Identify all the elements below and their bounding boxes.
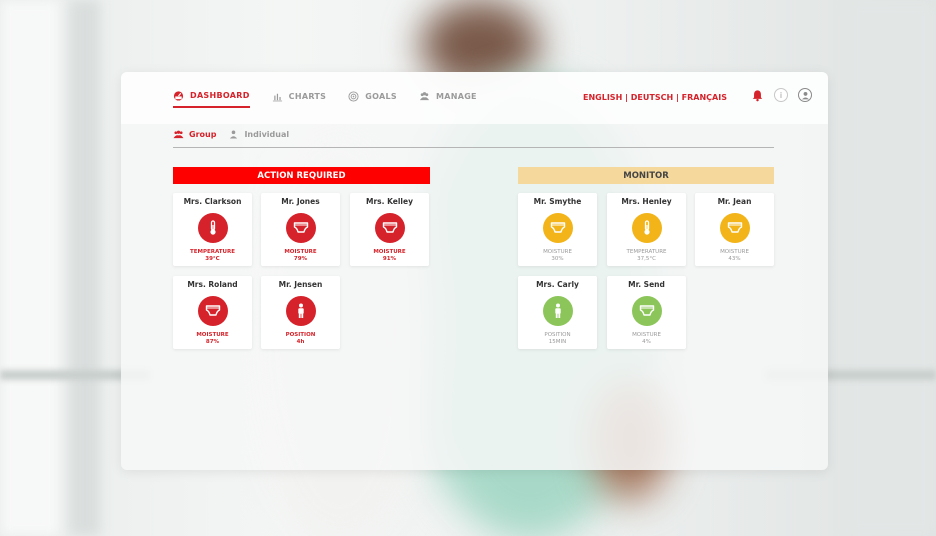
- patient-metric-value: 4%: [642, 338, 651, 345]
- patient-metric-value: 43%: [728, 255, 741, 262]
- patient-card[interactable]: Mrs. Henley TEMPERATURE 37,5°C: [607, 193, 686, 266]
- patient-name: Mr. Smythe: [533, 197, 582, 206]
- patient-name: Mr. Send: [628, 280, 665, 289]
- language-switcher: ENGLISH | DEUTSCH | FRANÇAIS: [583, 93, 727, 102]
- lang-english[interactable]: ENGLISH: [583, 93, 622, 102]
- diaper-icon: [285, 213, 316, 243]
- patient-card[interactable]: Mrs. Clarkson TEMPERATURE 39°C: [173, 193, 252, 266]
- patient-metric-value: 39°C: [205, 255, 220, 262]
- target-icon: [348, 91, 359, 102]
- top-icons: i: [750, 88, 812, 102]
- patient-metric-value: 37,5°C: [637, 255, 656, 262]
- nav-dashboard[interactable]: DASHBOARD: [173, 90, 250, 108]
- patient-card[interactable]: Mr. Send MOISTURE 4%: [607, 276, 686, 349]
- patient-card[interactable]: Mr. Jones MOISTURE 79%: [261, 193, 340, 266]
- action-required-title: ACTION REQUIRED: [257, 170, 346, 181]
- nav-goals-label: GOALS: [365, 92, 397, 101]
- diaper-icon: [542, 213, 573, 243]
- patient-name: Mrs. Kelley: [366, 197, 413, 206]
- patient-name: Mrs. Roland: [187, 280, 238, 289]
- patient-metric-value: 15MIN: [548, 338, 567, 345]
- user-icon[interactable]: [798, 88, 812, 102]
- patient-card[interactable]: Mr. Smythe MOISTURE 30%: [518, 193, 597, 266]
- patient-metric-value: 4h: [296, 338, 305, 345]
- person-icon: [542, 296, 573, 326]
- subtab-individual-label: Individual: [244, 130, 290, 139]
- view-subtabs: Group Individual: [173, 130, 774, 148]
- subtab-group[interactable]: Group: [173, 130, 216, 139]
- patient-card[interactable]: Mr. Jensen POSITION 4h: [261, 276, 340, 349]
- patient-card[interactable]: Mrs. Roland MOISTURE 87%: [173, 276, 252, 349]
- subtab-group-label: Group: [189, 130, 217, 139]
- patient-card[interactable]: Mr. Jean MOISTURE 43%: [695, 193, 774, 266]
- bar-chart-icon: [272, 93, 282, 102]
- lang-deutsch[interactable]: DEUTSCH: [631, 93, 673, 102]
- diaper-icon: [719, 213, 750, 243]
- nav-manage-label: MANAGE: [435, 92, 477, 101]
- info-icon[interactable]: i: [774, 88, 788, 102]
- person-icon: [230, 130, 238, 139]
- bell-icon[interactable]: [750, 88, 764, 102]
- patient-metric-value: 91%: [382, 255, 397, 262]
- patient-name: Mrs. Clarkson: [183, 197, 242, 206]
- top-navigation-bar: DASHBOARD CHARTS GOALS MANAGE ENGLISH | …: [121, 72, 828, 124]
- patient-name: Mrs. Carly: [536, 280, 579, 289]
- patient-name: Mr. Jensen: [278, 280, 323, 289]
- info-glyph: i: [779, 90, 783, 100]
- nav-manage[interactable]: MANAGE: [419, 90, 477, 108]
- diaper-icon: [197, 296, 228, 326]
- patient-metric-value: 87%: [205, 338, 220, 345]
- patient-metric-value: 30%: [551, 255, 564, 262]
- patient-metric-value: 79%: [293, 255, 308, 262]
- group-icon: [173, 130, 184, 139]
- thermometer-icon: [197, 213, 228, 243]
- patient-name: Mrs. Henley: [621, 197, 672, 206]
- nav-goals[interactable]: GOALS: [348, 90, 397, 108]
- diaper-icon: [631, 296, 662, 326]
- nav-dashboard-label: DASHBOARD: [190, 91, 250, 100]
- diaper-icon: [374, 213, 405, 243]
- group-icon: [419, 92, 430, 101]
- person-icon: [285, 296, 316, 326]
- lang-francais[interactable]: FRANÇAIS: [682, 93, 727, 102]
- lang-separator: |: [622, 93, 631, 102]
- dashboard-icon: [173, 91, 184, 101]
- nav-charts[interactable]: CHARTS: [272, 90, 327, 108]
- nav-charts-label: CHARTS: [288, 92, 327, 101]
- monitor-header: MONITOR: [518, 167, 774, 184]
- patient-card[interactable]: Mrs. Kelley MOISTURE 91%: [350, 193, 429, 266]
- app-window: DASHBOARD CHARTS GOALS MANAGE ENGLISH | …: [121, 72, 828, 470]
- subtab-individual[interactable]: Individual: [228, 130, 289, 139]
- patient-name: Mr. Jones: [281, 197, 320, 206]
- main-nav: DASHBOARD CHARTS GOALS MANAGE: [173, 90, 477, 108]
- monitor-title: MONITOR: [623, 170, 669, 181]
- lang-separator: |: [673, 93, 682, 102]
- patient-name: Mr. Jean: [717, 197, 752, 206]
- thermometer-icon: [631, 213, 662, 243]
- action-required-header: ACTION REQUIRED: [173, 167, 430, 184]
- patient-card[interactable]: Mrs. Carly POSITION 15MIN: [518, 276, 597, 349]
